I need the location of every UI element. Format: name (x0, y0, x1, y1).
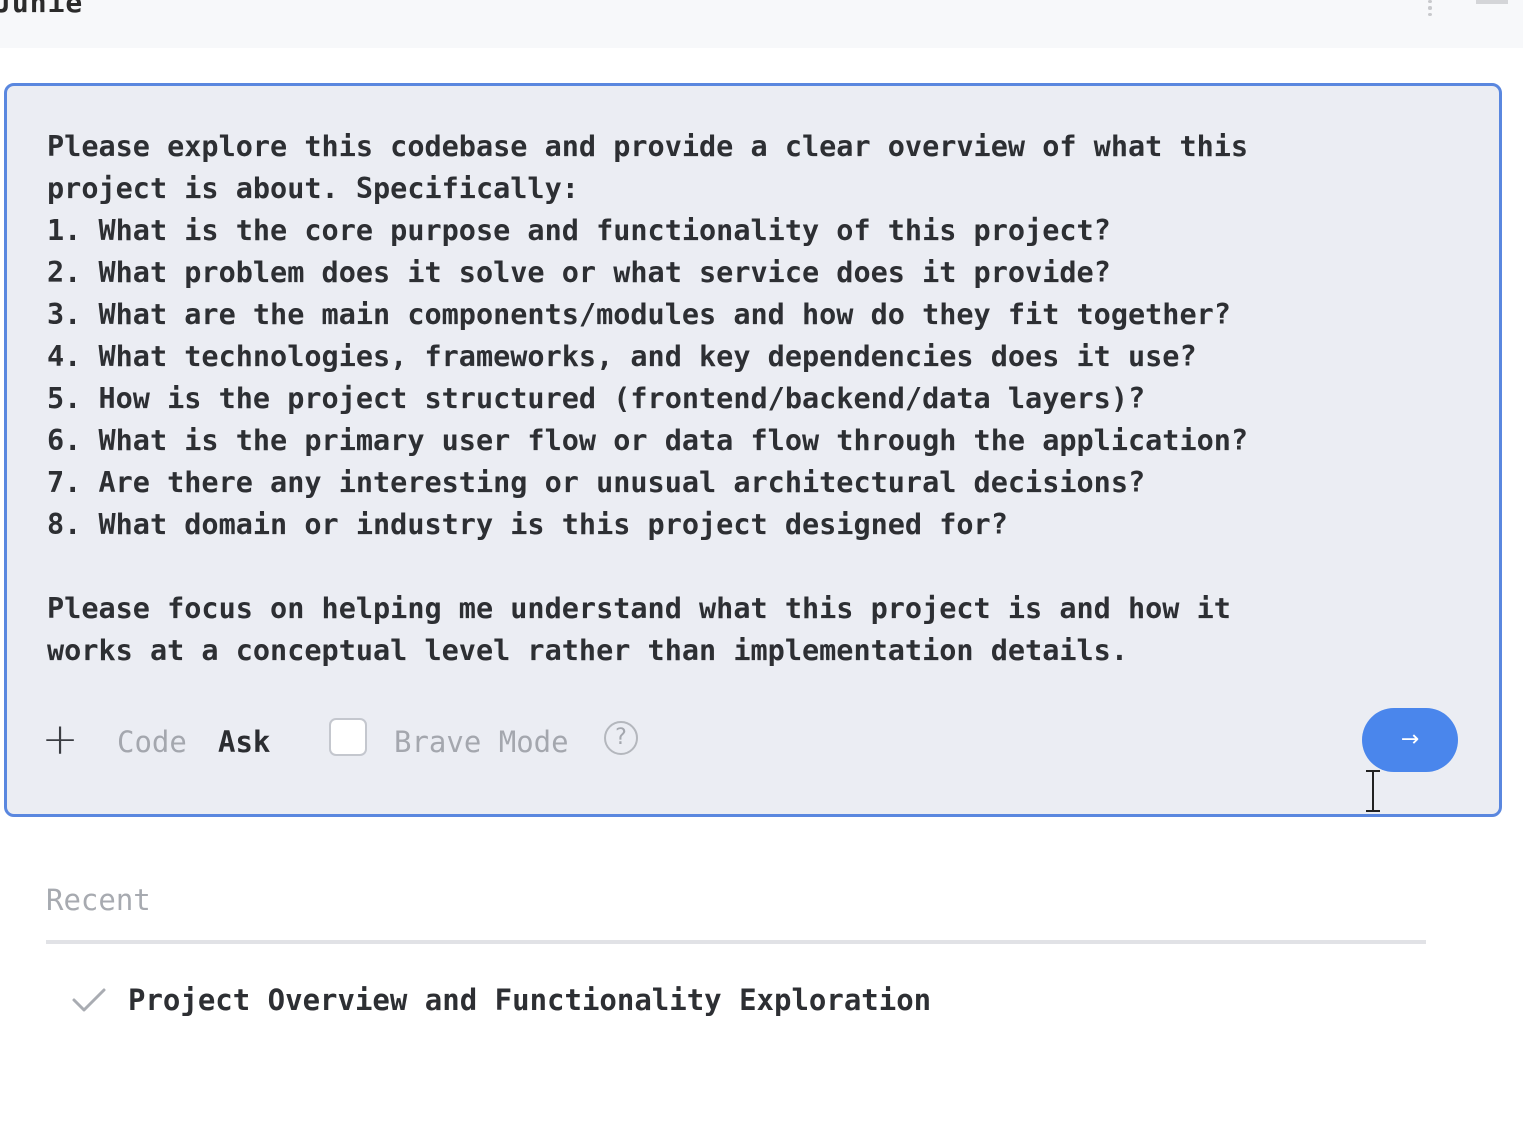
prompt-toolbar: + Code Ask Brave Mode ? → (7, 706, 1499, 776)
mode-tab-code[interactable]: Code (117, 724, 187, 760)
send-button[interactable]: → (1362, 708, 1458, 772)
brave-mode-label[interactable]: Brave Mode (394, 724, 569, 760)
minimize-icon[interactable] (1476, 0, 1508, 4)
tool-window-header: Junie (0, 0, 1523, 48)
text-cursor-icon (1365, 770, 1381, 814)
add-context-button[interactable]: + (41, 718, 79, 762)
recent-divider (46, 940, 1426, 944)
window-title: Junie (0, 0, 84, 19)
question-circle-icon[interactable]: ? (604, 721, 638, 755)
brave-mode-checkbox[interactable] (329, 718, 367, 756)
recent-item-label[interactable]: Project Overview and Functionality Explo… (128, 980, 931, 1020)
more-options-icon[interactable] (1422, 0, 1438, 16)
mode-tab-ask[interactable]: Ask (218, 724, 270, 760)
prompt-input-panel[interactable]: Please explore this codebase and provide… (4, 83, 1502, 817)
recent-section-heading: Recent (46, 883, 151, 917)
prompt-textarea[interactable]: Please explore this codebase and provide… (47, 126, 1467, 672)
check-icon (72, 988, 106, 1012)
